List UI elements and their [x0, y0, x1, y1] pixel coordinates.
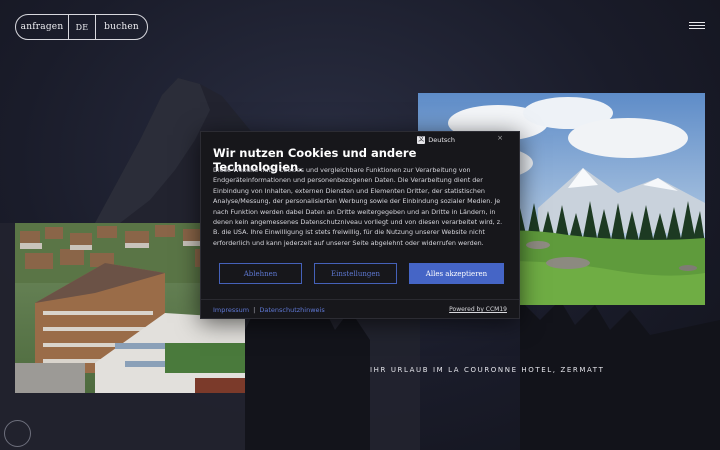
scroll-indicator[interactable]	[4, 420, 31, 447]
top-nav-pill: anfragen DE buchen	[15, 14, 148, 40]
settings-button[interactable]: Einstellungen	[314, 263, 397, 284]
cookie-language-switch[interactable]: 文 Deutsch	[417, 136, 455, 144]
impressum-link[interactable]: Impressum	[213, 306, 249, 314]
close-icon[interactable]: ×	[497, 134, 503, 142]
cookie-button-row: Ablehnen Einstellungen Alles akzeptieren	[219, 263, 504, 284]
anfragen-link[interactable]: anfragen	[16, 15, 68, 39]
cookie-description: Diese Website nutzt Cookies und vergleic…	[213, 166, 503, 247]
accept-all-button[interactable]: Alles akzeptieren	[409, 263, 504, 284]
reject-button[interactable]: Ablehnen	[219, 263, 302, 284]
footer-links: Impressum | Datenschutzhinweis	[213, 306, 325, 314]
buchen-link[interactable]: buchen	[96, 15, 147, 39]
cookie-language-label: Deutsch	[428, 136, 455, 144]
footer-separator: |	[253, 305, 256, 314]
language-selector[interactable]: DE	[68, 15, 96, 39]
privacy-link[interactable]: Datenschutzhinweis	[259, 306, 324, 314]
powered-by-link[interactable]: Powered by CCM19	[449, 306, 507, 313]
cookie-footer: Impressum | Datenschutzhinweis Powered b…	[201, 299, 519, 319]
cookie-consent-dialog: 文 Deutsch × Wir nutzen Cookies und ander…	[200, 131, 520, 319]
hero-tagline: IHR URLAUB IM LA COURONNE HOTEL, ZERMATT	[370, 366, 605, 374]
menu-icon[interactable]	[689, 22, 705, 32]
globe-icon: 文	[417, 136, 426, 144]
